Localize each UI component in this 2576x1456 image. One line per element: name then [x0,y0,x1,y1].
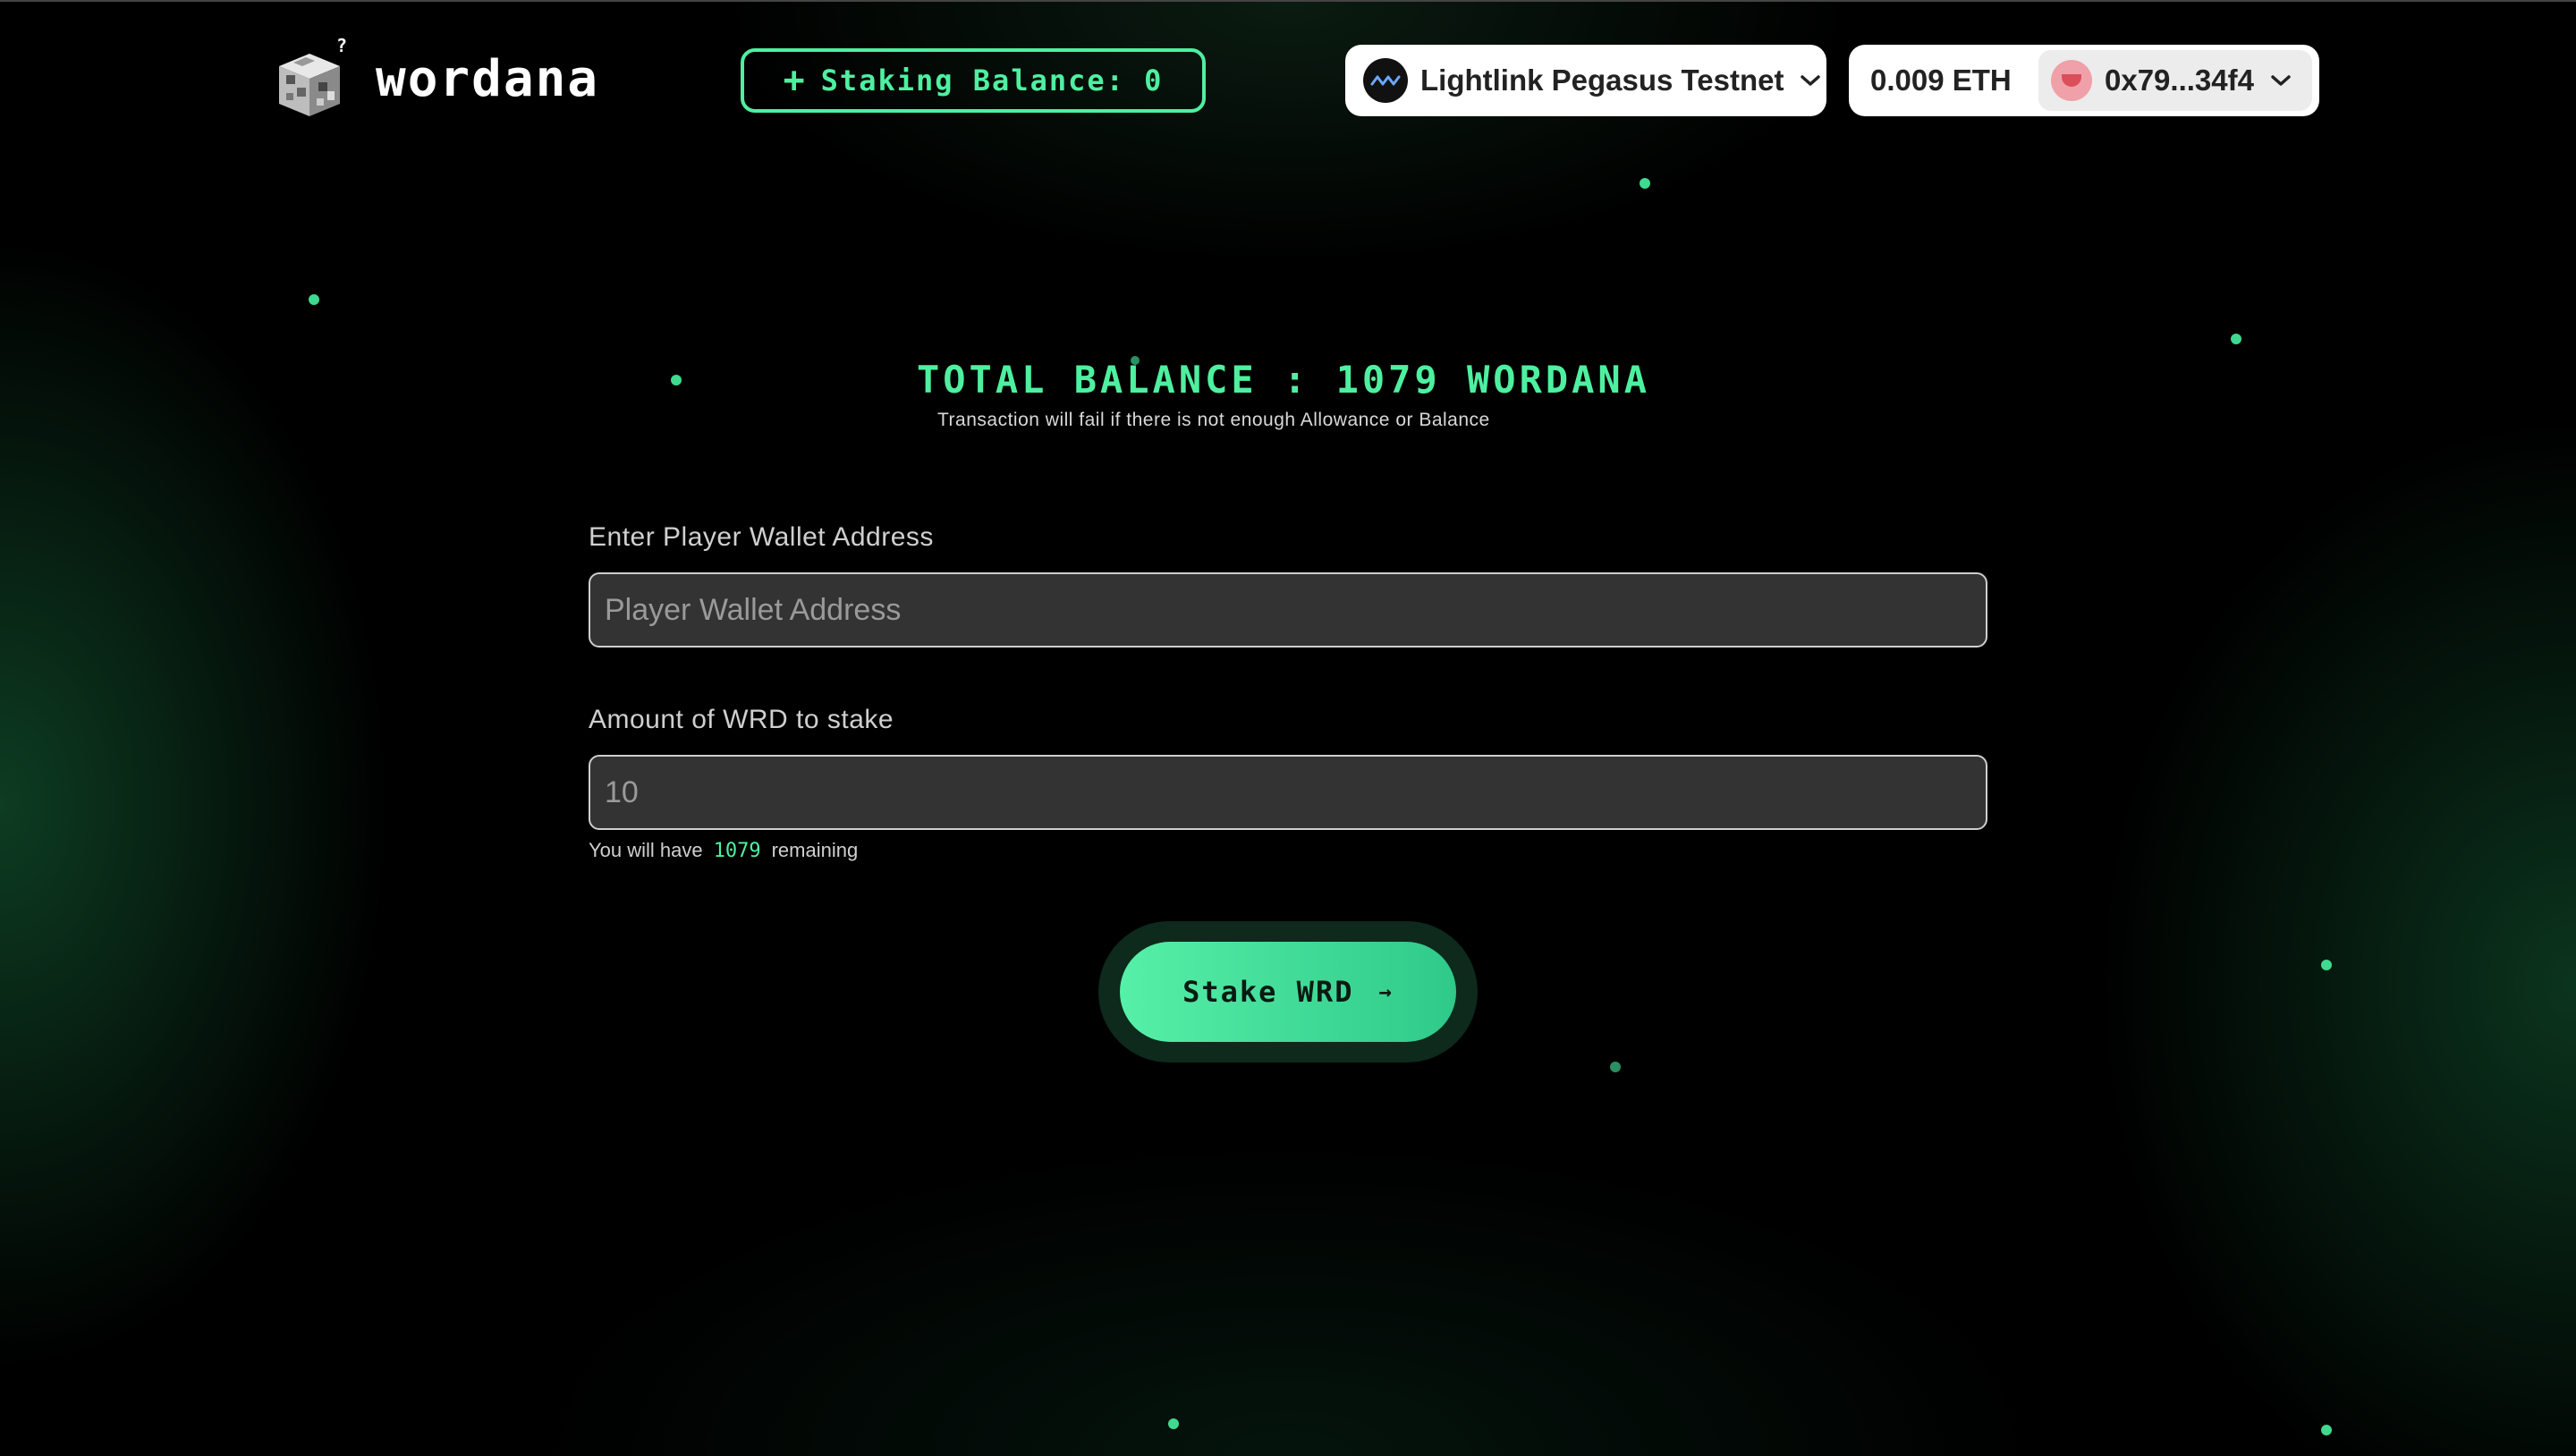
particle-dot [2321,1425,2332,1435]
amount-input[interactable] [589,755,1987,830]
transaction-warning: Transaction will fail if there is not en… [937,410,1490,430]
stake-button-label: Stake WRD [1182,975,1354,1009]
remaining-suffix: remaining [771,839,859,861]
particle-dot [2321,960,2332,970]
plus-icon: + [783,60,807,101]
particle-dot [2231,334,2241,344]
account-address-button[interactable]: 0x79...34f4 [2038,50,2312,111]
lightlink-icon [1363,58,1408,103]
particle-dot [1640,178,1650,189]
stake-wrd-button[interactable]: Stake WRD → [1120,942,1456,1042]
remaining-value: 1079 [713,840,761,862]
staking-balance-label: Staking Balance: 0 [820,63,1164,97]
network-selector[interactable]: Lightlink Pegasus Testnet [1345,45,1826,116]
remaining-prefix: You will have [589,839,703,861]
wallet-account-button[interactable]: 0.009 ETH 0x79...34f4 [1849,45,2319,116]
particle-dot [1168,1418,1179,1429]
stake-button-halo: Stake WRD → [1098,921,1478,1062]
total-balance-heading: TOTAL BALANCE : 1079 WORDANA [916,358,1650,402]
network-name: Lightlink Pegasus Testnet [1420,63,1784,97]
wallet-address-label: Enter Player Wallet Address [589,522,934,552]
chevron-down-icon [2268,68,2293,93]
background-glow [0,0,2576,1456]
logo-text: wordana [376,49,600,108]
arrow-right-icon: → [1378,979,1394,1004]
account-address: 0x79...34f4 [2105,63,2254,97]
particle-dot [1610,1062,1621,1072]
top-border [0,0,2576,2]
eth-balance: 0.009 ETH [1870,63,2012,97]
amount-label: Amount of WRD to stake [589,705,894,734]
remaining-note: You will have 1079 remaining [589,839,858,862]
chevron-down-icon [1798,68,1823,93]
app-logo[interactable]: ? wordana [270,35,600,122]
avatar-icon [2051,60,2092,101]
pixel-cube-icon: ? [270,35,356,122]
particle-dot [309,294,319,305]
svg-text:?: ? [336,36,347,56]
wallet-address-input[interactable] [589,572,1987,648]
staking-balance-button[interactable]: + Staking Balance: 0 [741,48,1206,113]
